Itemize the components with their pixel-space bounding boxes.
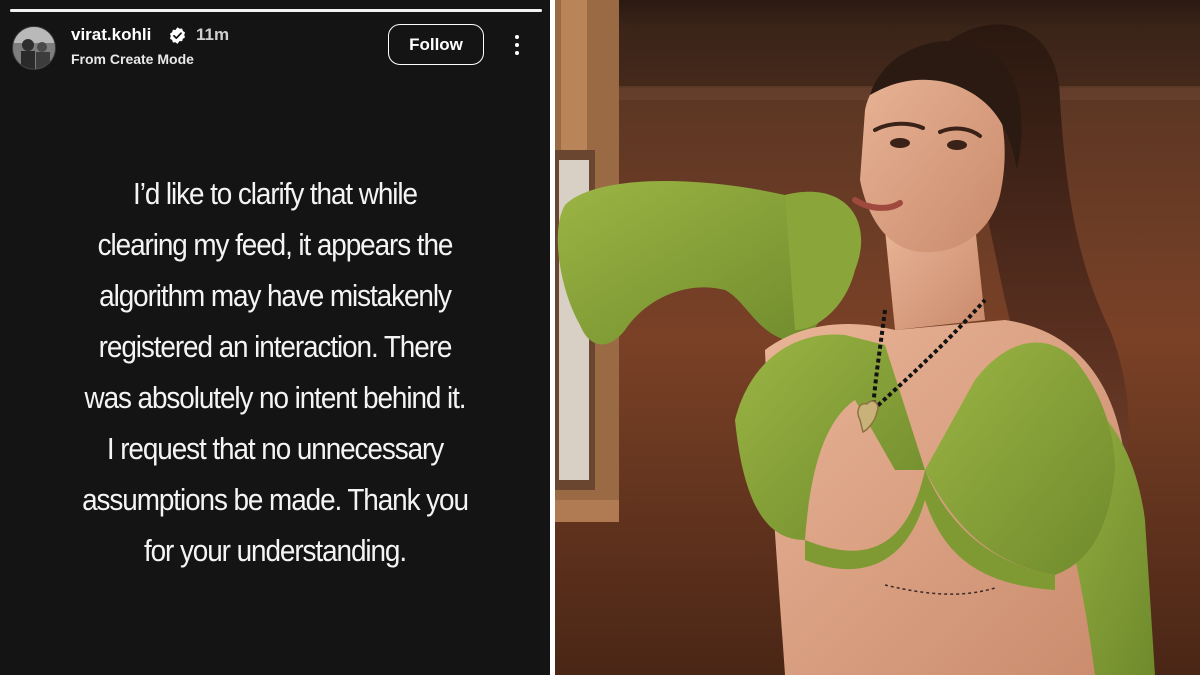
portrait-photo: [555, 0, 1200, 675]
story-message: I’d like to clarify that while clearing …: [55, 168, 496, 576]
story-message-line: I’d like to clarify that while: [133, 176, 418, 211]
story-message-line: for your understanding.: [143, 533, 407, 568]
story-subtitle: From Create Mode: [71, 51, 194, 67]
story-panel: virat.kohli 11m From Create Mode Follow …: [0, 0, 550, 675]
avatar[interactable]: [12, 26, 56, 70]
story-message-line: was absolutely no intent behind it.: [84, 380, 467, 415]
username[interactable]: virat.kohli: [71, 25, 151, 45]
story-message-line: I request that no unnecessary: [106, 431, 444, 466]
post-time: 11m: [196, 25, 230, 44]
verified-badge-icon: [169, 27, 186, 44]
story-message-line: registered an interaction. There: [98, 329, 453, 364]
story-message-line: assumptions be made. Thank you: [82, 482, 469, 517]
story-message-line: clearing my feed, it appears the: [97, 227, 454, 262]
avatar-image: [13, 27, 55, 69]
story-progress-fill: [10, 9, 542, 12]
story-progress-bar: [10, 9, 542, 12]
follow-button[interactable]: Follow: [388, 24, 484, 65]
photo-panel: [555, 0, 1200, 675]
story-message-line: algorithm may have mistakenly: [99, 278, 452, 313]
more-options-icon[interactable]: [506, 30, 528, 60]
